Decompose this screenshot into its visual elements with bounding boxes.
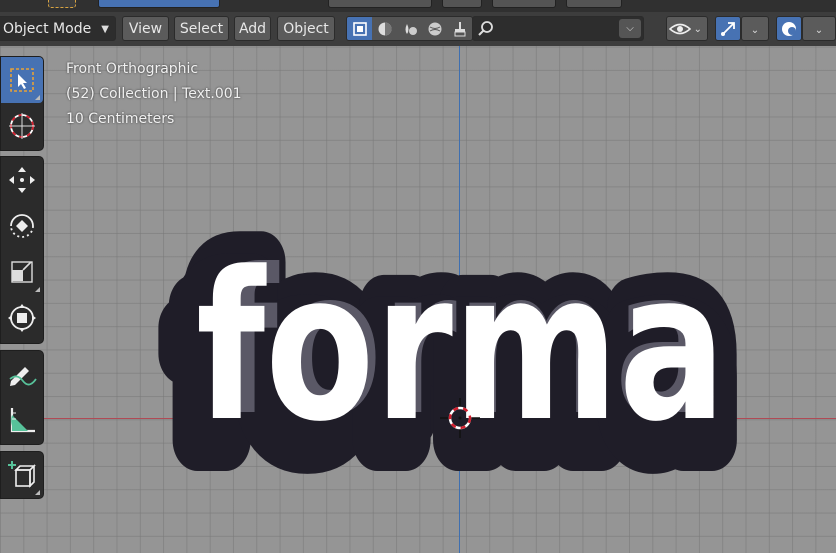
top-strip — [0, 0, 836, 12]
move-tool[interactable] — [1, 157, 43, 203]
collection-info-label: (52) Collection | Text.001 — [66, 86, 242, 102]
viewport-header: Object Mode ▼ View Select Add Object ⌵ ⌄ — [0, 12, 836, 46]
corner-indicator — [35, 95, 40, 100]
shading-toggles — [346, 16, 473, 41]
view-menu[interactable]: View — [122, 16, 169, 41]
add-cube-tool[interactable] — [1, 452, 43, 498]
object-menu[interactable]: Object — [277, 16, 335, 41]
cursor-tool[interactable] — [1, 103, 43, 149]
select-menu[interactable]: Select — [174, 16, 229, 41]
proportional-chip[interactable] — [566, 0, 622, 8]
visibility-dropdown[interactable]: ⌄ — [666, 16, 708, 41]
overlay-toggle[interactable] — [776, 16, 802, 41]
eye-icon — [669, 23, 691, 35]
snap-chip[interactable] — [492, 0, 556, 8]
paint-toggle[interactable] — [447, 17, 472, 40]
chevron-down-icon: ⌵ — [626, 23, 634, 34]
text-object-forma[interactable]: forma forma forma forma — [0, 0, 836, 553]
select-mode-chip[interactable] — [48, 0, 76, 8]
measure-icon — [10, 408, 35, 433]
annotate-tool[interactable] — [1, 351, 43, 397]
rotate-tool[interactable] — [1, 203, 43, 249]
chevron-down-icon: ⌄ — [750, 25, 760, 36]
cursor-icon — [9, 113, 35, 139]
scale-tool[interactable] — [1, 249, 43, 295]
scale-info-label: 10 Centimeters — [66, 111, 175, 127]
material-toggle[interactable] — [397, 17, 422, 40]
search-field[interactable]: ⌵ — [472, 16, 644, 41]
3d-cursor-icon[interactable] — [440, 398, 480, 438]
chevron-down-icon: ▼ — [101, 24, 109, 35]
corner-indicator — [35, 287, 40, 292]
mode-chip[interactable] — [98, 0, 220, 8]
add-cube-icon — [8, 461, 36, 488]
3d-viewport[interactable]: forma forma forma forma Front Orthograph… — [0, 0, 836, 553]
orientation-chip[interactable] — [328, 0, 432, 8]
overlay-icon — [782, 22, 796, 36]
toolbar-transform-group — [0, 156, 44, 344]
overlay-dropdown[interactable]: ⌄ — [802, 16, 836, 41]
add-menu[interactable]: Add — [234, 16, 271, 41]
toolbar-annotate-group — [0, 350, 44, 445]
rotate-icon — [10, 214, 34, 238]
gizmo-toggle[interactable] — [715, 16, 741, 41]
chevron-down-icon: ⌄ — [814, 25, 824, 36]
pivot-chip[interactable] — [442, 0, 482, 8]
paint-brush-icon — [454, 21, 465, 36]
material-icon — [405, 23, 417, 35]
chevron-down-icon: ⌄ — [693, 24, 702, 35]
solid-toggle[interactable] — [372, 17, 397, 40]
select-box-icon — [10, 68, 34, 92]
mode-dropdown[interactable]: Object Mode ▼ — [0, 16, 116, 41]
toolbar-add-group — [0, 451, 44, 499]
corner-indicator — [35, 490, 40, 495]
search-options-button[interactable]: ⌵ — [619, 19, 641, 38]
wireframe-toggle[interactable] — [347, 17, 372, 40]
transform-tool[interactable] — [1, 295, 43, 341]
move-icon — [9, 167, 35, 193]
transform-icon — [8, 304, 36, 332]
wireframe-icon — [352, 21, 367, 36]
view-name-label: Front Orthographic — [66, 61, 199, 77]
search-icon — [478, 21, 493, 36]
toolbar-select-group — [0, 56, 44, 151]
mode-label: Object Mode — [3, 21, 92, 37]
solid-sphere-icon — [378, 22, 391, 35]
gizmo-dropdown[interactable]: ⌄ — [741, 16, 769, 41]
scale-icon — [11, 261, 33, 283]
annotate-icon — [9, 367, 37, 386]
rendered-toggle[interactable] — [422, 17, 447, 40]
globe-icon — [428, 22, 441, 35]
measure-tool[interactable] — [1, 397, 43, 443]
select-box-tool[interactable] — [1, 57, 43, 103]
gizmo-icon — [721, 22, 735, 36]
